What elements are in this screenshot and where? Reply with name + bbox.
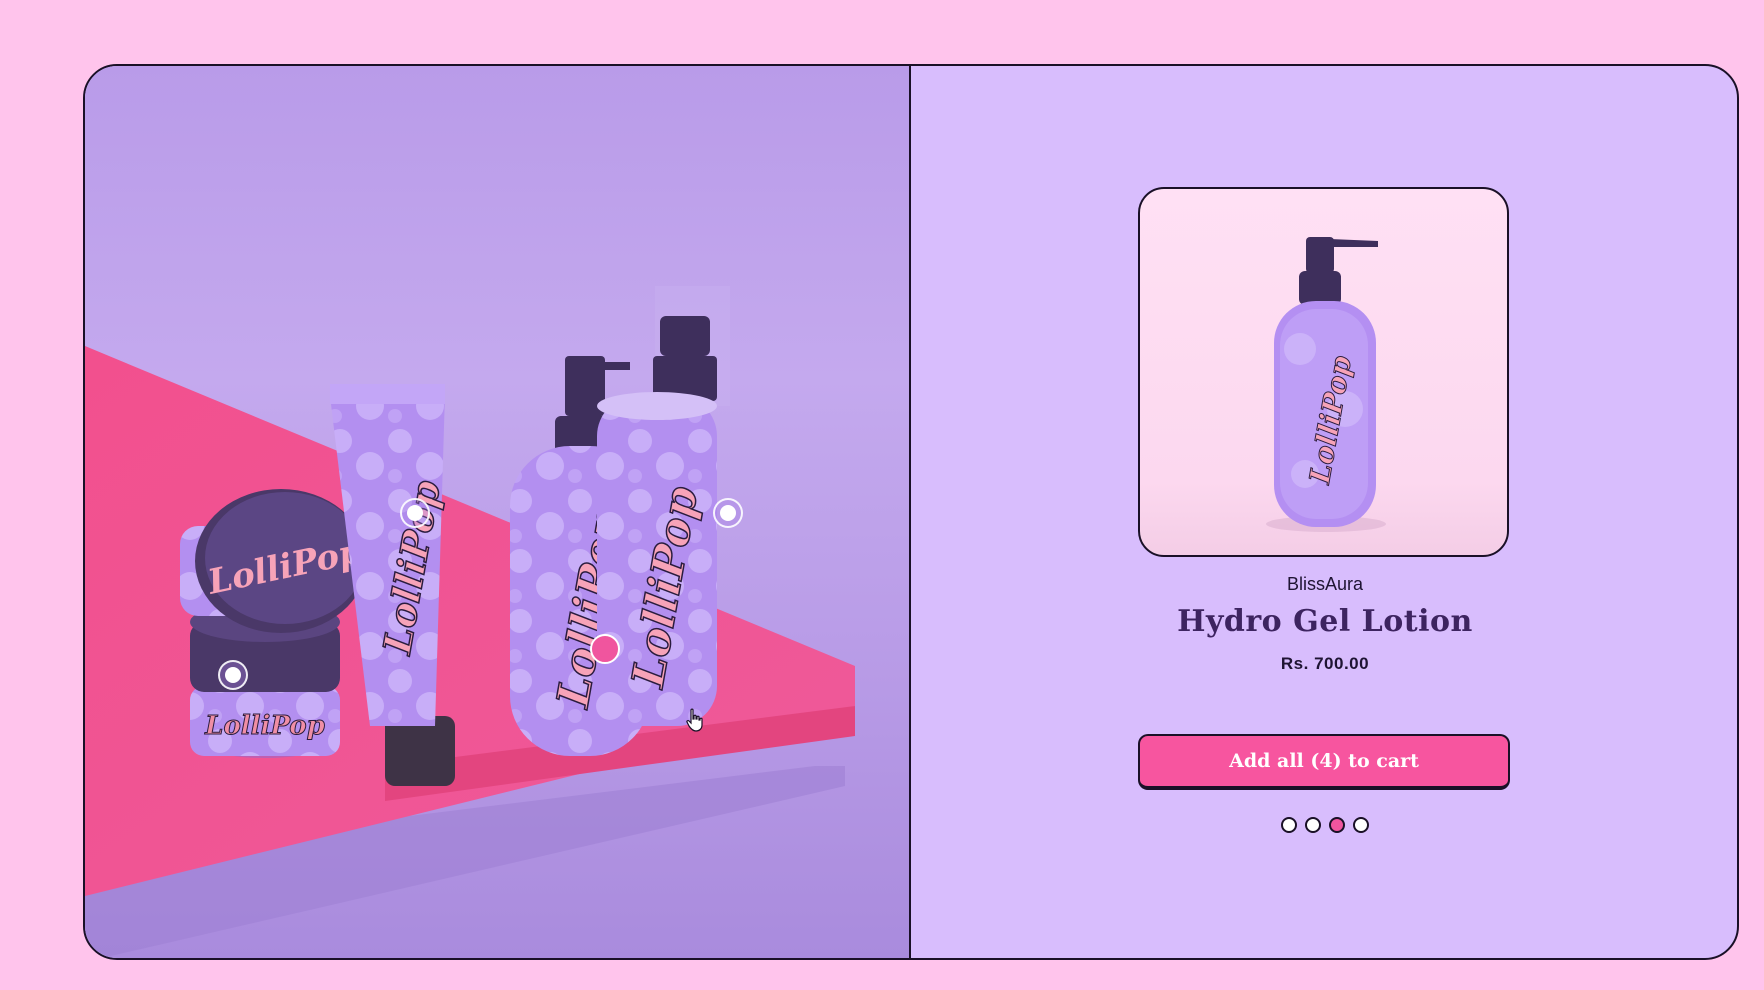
product-thumbnail[interactable]: LolliPop (1138, 187, 1509, 557)
carousel-pager (911, 817, 1737, 833)
add-all-to-cart-button[interactable]: Add all (4) to cart (1138, 734, 1510, 790)
hotspot-dot (597, 641, 613, 657)
hotspot-dot (225, 667, 241, 683)
hotspot-tube[interactable] (400, 498, 430, 528)
shoppable-scene-image: LolliPop LolliPop LolliPop LolliPop Loll… (85, 66, 911, 958)
pager-dot-4[interactable] (1353, 817, 1369, 833)
pager-dot-1[interactable] (1281, 817, 1297, 833)
product-title[interactable]: Hydro Gel Lotion (911, 604, 1737, 639)
hand-cursor-icon (686, 708, 703, 732)
hotspot-dot (407, 505, 423, 521)
hotspot-spray-bottle[interactable] (713, 498, 743, 528)
hotspot-dot (720, 505, 736, 521)
product-brand: BlissAura (1286, 574, 1364, 594)
product-bundle-card: LolliPop LolliPop LolliPop LolliPop Loll… (83, 64, 1739, 960)
jar-product: LolliPop LolliPop (180, 489, 367, 758)
spray-bottle-product: LolliPop (597, 286, 730, 726)
scene-illustration: LolliPop LolliPop LolliPop LolliPop Loll… (85, 286, 855, 958)
pager-dot-3[interactable] (1329, 817, 1345, 833)
svg-text:LolliPop: LolliPop (204, 711, 325, 741)
hotspot-jar[interactable] (218, 660, 248, 690)
product-detail-panel: LolliPop BlissAura Hydro Gel Lotion Rs. … (911, 66, 1737, 958)
pump-bottle-image: LolliPop (1266, 237, 1386, 532)
pager-dot-2[interactable] (1305, 817, 1321, 833)
hotspot-pump-bottle[interactable] (590, 634, 620, 664)
product-price: Rs. 700.00 (1280, 654, 1370, 673)
